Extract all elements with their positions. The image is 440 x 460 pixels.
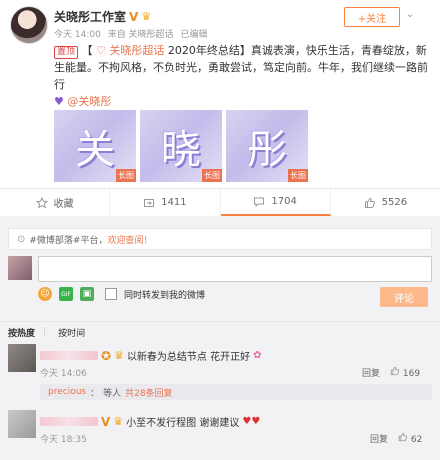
- comment-section: ⊙ #微博部落#平台， 欢迎查阅！ ☺ GIF ▣ 同时转发到我的微博 评论 按…: [0, 216, 440, 460]
- star-icon: [35, 196, 48, 209]
- submit-comment-button[interactable]: 评论: [380, 287, 428, 307]
- comment-line: V ♛ 小至不发行程图 谢谢建议 ♥♥: [40, 414, 260, 429]
- like-icon: [390, 366, 400, 376]
- commenter-avatar[interactable]: [8, 344, 36, 372]
- reply-button[interactable]: 回复: [362, 366, 380, 379]
- emoji-icon[interactable]: ☺: [38, 287, 52, 301]
- like-count: 5526: [381, 197, 408, 208]
- comment-button[interactable]: 1704: [220, 189, 331, 216]
- vip-crown-icon: ♛: [113, 415, 124, 428]
- comment-like-count: 169: [402, 369, 421, 379]
- sort-by-time[interactable]: 按时间: [58, 326, 85, 339]
- heart-icon: ♡: [96, 44, 106, 57]
- image-icon[interactable]: ▣: [80, 287, 94, 301]
- comment-item: V ♛ 小至不发行程图 谢谢建议 ♥♥ 今天 18:35 回复 62: [0, 410, 440, 456]
- comment-like[interactable]: 169: [390, 366, 420, 379]
- repost-checkbox[interactable]: [105, 288, 117, 300]
- repost-count: 1411: [161, 197, 187, 208]
- image-char: 彤: [247, 127, 287, 173]
- post-images: 关 长图 晓 长图 彤 长图: [54, 110, 308, 182]
- notice-link[interactable]: 欢迎查阅！: [107, 233, 152, 246]
- long-image-tag: 长图: [288, 169, 308, 182]
- author-name[interactable]: 关晓彤工作室: [54, 8, 126, 25]
- post-meta: 今天 14:00 来自 关晓彤超话 已编辑: [54, 27, 211, 40]
- post-image[interactable]: 晓 长图: [140, 110, 222, 182]
- verified-icon: V: [101, 414, 111, 429]
- heart-icon: ♥♥: [242, 416, 261, 427]
- repost-button[interactable]: 1411: [110, 189, 221, 216]
- notice-text: #微博部落#平台，: [29, 235, 108, 246]
- reply-count-link[interactable]: 共28条回复: [125, 386, 172, 399]
- comment-input[interactable]: [38, 256, 432, 282]
- author-avatar[interactable]: [10, 6, 48, 44]
- edited-label: 已编辑: [180, 30, 208, 40]
- pinned-badge: 置顶: [54, 46, 79, 59]
- commenter-avatar[interactable]: [8, 410, 36, 438]
- weibo-post: 关晓彤工作室 V ♛ 今天 14:00 来自 关晓彤超话 已编辑 +关注 ⌄ 置…: [0, 0, 440, 186]
- post-time[interactable]: 今天 14:00: [54, 30, 101, 40]
- comment-like-count: 62: [410, 435, 423, 445]
- chevron-down-icon[interactable]: ⌄: [406, 9, 414, 20]
- repost-icon: [144, 198, 155, 207]
- comment-item: ✪ ♛ 以新春为总结节点 花开正好 ✿ 今天 14:06 回复 169 prec…: [0, 344, 440, 400]
- like-icon: [364, 197, 375, 208]
- long-image-tag: 长图: [202, 169, 222, 182]
- comment-text: 以新春为总结节点 花开正好: [126, 352, 251, 363]
- flower-icon: ✿: [253, 350, 262, 361]
- reply-button[interactable]: 回复: [370, 432, 388, 445]
- comment-actions: 回复 62: [370, 432, 422, 445]
- comment-actions: 回复 169: [362, 366, 420, 379]
- post-source: 来自 关晓彤超话: [107, 30, 174, 40]
- comment-line: ✪ ♛ 以新春为总结节点 花开正好 ✿: [40, 348, 262, 363]
- repost-checkbox-label: 同时转发到我的微博: [124, 290, 206, 301]
- comment-time: 今天 14:06: [40, 369, 87, 379]
- long-image-tag: 长图: [116, 169, 136, 182]
- reply-user[interactable]: precious: [48, 387, 86, 397]
- post-image[interactable]: 彤 长图: [226, 110, 308, 182]
- reply-text: 等人: [103, 388, 122, 399]
- bracket-open: 【: [81, 44, 93, 57]
- author-line: 关晓彤工作室 V ♛: [54, 8, 151, 25]
- post-image[interactable]: 关 长图: [54, 110, 136, 182]
- sort-divider: |: [43, 327, 47, 337]
- image-char: 关: [75, 127, 115, 173]
- purple-heart-icon: ♥: [54, 95, 64, 108]
- verified-icon: ✪: [101, 348, 112, 363]
- comment-time: 今天 18:35: [40, 435, 87, 445]
- gif-icon[interactable]: GIF: [59, 287, 73, 301]
- notice-bar: ⊙ #微博部落#平台， 欢迎查阅！: [8, 228, 432, 250]
- vip-crown-icon: ♛: [114, 349, 124, 362]
- comment-sort-bar: 按热度 | 按时间: [0, 321, 440, 342]
- topic-link[interactable]: 关晓彤超话: [109, 44, 164, 57]
- favorite-label: 收藏: [53, 199, 74, 210]
- mention-link[interactable]: @关晓彤: [67, 95, 111, 108]
- comment-text: 小至不发行程图 谢谢建议: [126, 418, 240, 429]
- comment-icon: [254, 197, 265, 207]
- comment-tools: ☺ GIF ▣ 同时转发到我的微博: [38, 287, 205, 301]
- reply-separator: ：: [90, 388, 100, 399]
- sort-by-hot[interactable]: 按热度: [8, 326, 35, 339]
- reply-preview[interactable]: precious ： 等人 共28条回复: [40, 384, 432, 400]
- info-icon: ⊙: [17, 233, 26, 245]
- favorite-button[interactable]: 收藏: [0, 189, 111, 216]
- verified-icon: V: [129, 9, 139, 24]
- vip-crown-icon: ♛: [141, 10, 152, 23]
- my-avatar: [8, 256, 32, 280]
- comment-like[interactable]: 62: [398, 432, 422, 445]
- commenter-name[interactable]: [40, 417, 98, 426]
- post-content: 置顶 【 ♡ 关晓彤超话 2020年终总结】真诚表演，快乐生活，青春绽放，新生能…: [54, 42, 434, 110]
- follow-button[interactable]: +关注: [344, 7, 400, 27]
- comment-count: 1704: [271, 196, 297, 207]
- like-button[interactable]: 5526: [331, 189, 440, 216]
- commenter-name[interactable]: [40, 351, 98, 360]
- image-char: 晓: [161, 127, 201, 173]
- post-action-bar: 收藏 1411 1704 5526: [0, 188, 440, 216]
- like-icon: [398, 432, 408, 442]
